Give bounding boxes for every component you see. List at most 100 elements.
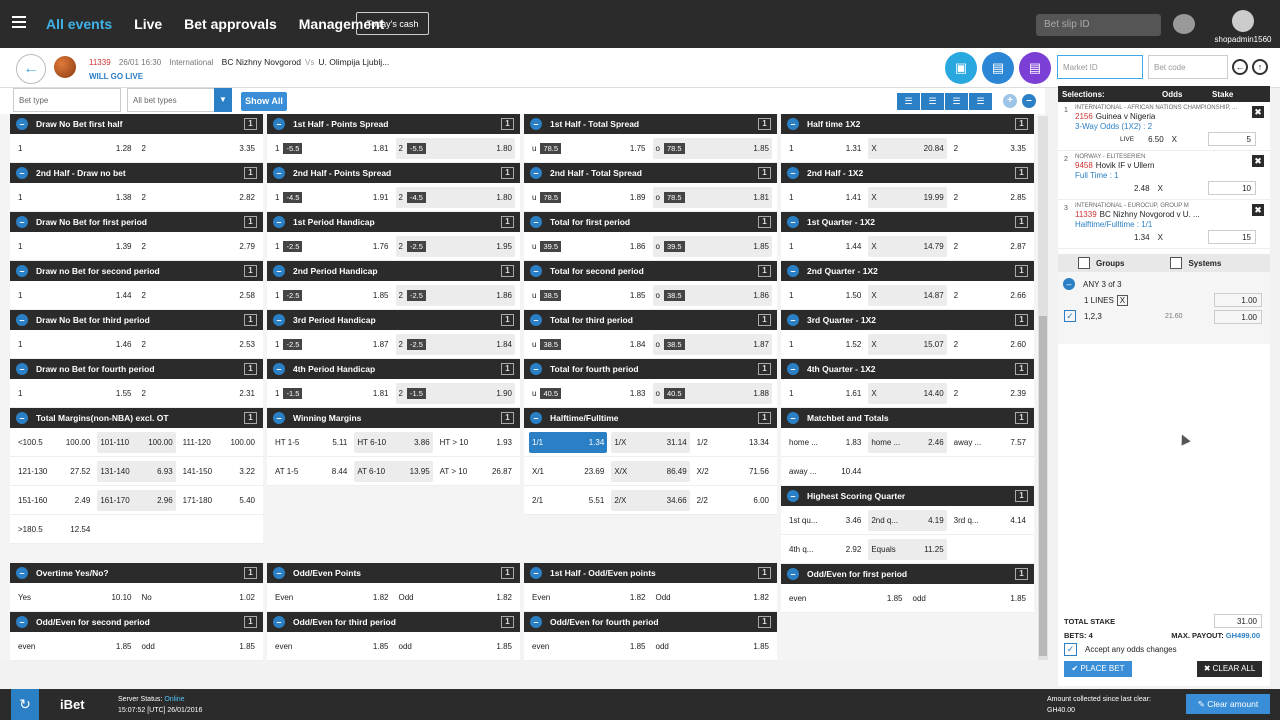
odds-button[interactable]: u 38.5 1.85: [529, 285, 649, 306]
odds-button[interactable]: <100.5 100.00: [15, 432, 93, 453]
market-header[interactable]: – Highest Scoring Quarter 1: [781, 486, 1034, 506]
expand-all-icon[interactable]: +: [1003, 94, 1017, 108]
market-header[interactable]: – Draw no Bet for fourth period 1: [10, 359, 263, 379]
collapse-icon[interactable]: –: [273, 314, 285, 326]
stake-input[interactable]: 15: [1208, 230, 1256, 244]
odds-button[interactable]: X 19.99: [868, 186, 947, 208]
odds-button[interactable]: u 38.5 1.84: [529, 334, 649, 355]
odds-button[interactable]: 121-130 27.52: [15, 461, 93, 482]
odds-button[interactable]: home ... 1.83: [786, 432, 864, 453]
market-header[interactable]: –1st Half - Points Spread 1: [267, 114, 520, 134]
odds-button[interactable]: AT 1-5 8.44: [272, 461, 350, 482]
stake-input[interactable]: 10: [1208, 181, 1256, 195]
odds-button[interactable]: AT 6-10 13.95: [354, 460, 433, 482]
odds-button[interactable]: 1 1.46: [15, 334, 135, 355]
collapse-icon[interactable]: –: [16, 265, 28, 277]
collapse-icon[interactable]: –: [16, 412, 28, 424]
collapse-icon[interactable]: –: [787, 412, 799, 424]
odds-button[interactable]: o 40.5 1.88: [652, 382, 772, 404]
market-id-input[interactable]: Market ID: [1057, 55, 1143, 79]
collapse-icon[interactable]: –: [273, 616, 285, 628]
odds-button[interactable]: 1 1.31: [786, 138, 864, 159]
remove-selection-button[interactable]: ✖: [1252, 155, 1264, 167]
collapse-icon[interactable]: –: [16, 567, 28, 579]
market-header[interactable]: –4th Period Handicap 1: [267, 359, 520, 379]
odds-button[interactable]: 2 -4.5 1.80: [395, 186, 515, 208]
odds-button[interactable]: 1 1.50: [786, 285, 864, 306]
odds-button[interactable]: 2 2.79: [139, 236, 259, 257]
market-header[interactable]: –2nd Half - Draw no bet 1: [10, 163, 263, 183]
market-header[interactable]: – Total for first period 1: [524, 212, 777, 232]
odds-button[interactable]: 1 -2.5 1.85: [272, 285, 392, 306]
odds-button[interactable]: o 78.5 1.81: [652, 186, 772, 208]
collapse-icon[interactable]: –: [787, 490, 799, 502]
odds-button[interactable]: 1st qu... 3.46: [786, 510, 864, 531]
collapse-icon[interactable]: –: [530, 314, 542, 326]
odds-button[interactable]: X 14.40: [868, 382, 947, 404]
bet-type-input[interactable]: Bet type: [13, 88, 121, 112]
user-menu[interactable]: shopadmin1560: [1208, 10, 1278, 44]
collapse-icon[interactable]: –: [273, 567, 285, 579]
todays-cash-button[interactable]: Today's cash: [356, 12, 429, 35]
odds-button[interactable]: even 1.85: [529, 636, 649, 657]
accept-odds-checkbox[interactable]: ✓: [1064, 643, 1077, 656]
stats-view-icon[interactable]: ▤: [1019, 52, 1051, 84]
lines-remove-button[interactable]: X: [1116, 295, 1129, 306]
odds-button[interactable]: 2 2.87: [951, 236, 1029, 257]
odds-button[interactable]: 2 -1.5 1.90: [395, 382, 515, 404]
market-header[interactable]: –1st Period Handicap 1: [267, 212, 520, 232]
back-button[interactable]: ←: [16, 54, 46, 84]
odds-button[interactable]: Odd 1.82: [396, 587, 516, 608]
odds-button[interactable]: 2 -2.5 1.84: [395, 333, 515, 355]
odds-button[interactable]: 2 2.60: [951, 334, 1029, 355]
chat-icon[interactable]: [1173, 14, 1195, 34]
chevron-down-icon[interactable]: ▼: [214, 88, 232, 112]
odds-button[interactable]: even 1.85: [15, 636, 135, 657]
menu-icon[interactable]: [12, 16, 26, 28]
odds-button[interactable]: odd 1.85: [396, 636, 516, 657]
odds-button[interactable]: X 20.84: [868, 137, 947, 159]
market-header[interactable]: – Total for third period 1: [524, 310, 777, 330]
nav-live[interactable]: Live: [134, 16, 162, 32]
collapse-icon[interactable]: –: [530, 412, 542, 424]
market-header[interactable]: – Overtime Yes/No? 1: [10, 563, 263, 583]
odds-button[interactable]: 2/1 5.51: [529, 490, 607, 511]
up-arrow-icon[interactable]: ↑: [1252, 59, 1268, 75]
show-all-button[interactable]: Show All: [241, 92, 287, 111]
collapse-icon[interactable]: –: [530, 616, 542, 628]
odds-button[interactable]: 2 2.53: [139, 334, 259, 355]
markets-scrollbar[interactable]: [1038, 116, 1048, 660]
odds-button[interactable]: >180.5 12.54: [15, 519, 93, 540]
market-header[interactable]: – Odd/Even Points 1: [267, 563, 520, 583]
layout-4-icon[interactable]: ☰: [969, 93, 992, 110]
chart-view-icon[interactable]: ▤: [982, 52, 1014, 84]
odds-button[interactable]: 171-180 5.40: [180, 490, 258, 511]
refresh-icon[interactable]: ↻: [11, 689, 39, 720]
remove-selection-button[interactable]: ✖: [1252, 106, 1264, 118]
collapse-icon[interactable]: –: [787, 314, 799, 326]
odds-button[interactable]: Even 1.82: [529, 587, 649, 608]
odds-button[interactable]: 2 2.82: [139, 187, 259, 208]
nav-bet-approvals[interactable]: Bet approvals: [184, 16, 277, 32]
odds-button[interactable]: HT > 10 1.93: [437, 432, 515, 453]
bet-slip-id-input[interactable]: Bet slip ID: [1036, 14, 1161, 36]
odds-button[interactable]: 1/2 13.34: [694, 432, 772, 453]
odds-button[interactable]: 1 -4.5 1.91: [272, 187, 392, 208]
odds-button[interactable]: X/2 71.56: [694, 461, 772, 482]
collapse-icon[interactable]: –: [530, 567, 542, 579]
collapse-icon[interactable]: –: [16, 616, 28, 628]
odds-button[interactable]: 2 2.39: [951, 383, 1029, 404]
collapse-all-icon[interactable]: –: [1022, 94, 1036, 108]
bet-code-input[interactable]: Bet code: [1148, 55, 1228, 79]
market-header[interactable]: –2nd Period Handicap 1: [267, 261, 520, 281]
odds-button[interactable]: 1 -1.5 1.81: [272, 383, 392, 404]
odds-button[interactable]: 2 -2.5 1.95: [395, 235, 515, 257]
market-header[interactable]: – Draw No Bet for third period 1: [10, 310, 263, 330]
combo-stake-input[interactable]: 1.00: [1214, 310, 1262, 324]
odds-button[interactable]: 2/2 6.00: [694, 490, 772, 511]
stake-input[interactable]: 5: [1208, 132, 1256, 146]
odds-button[interactable]: HT 1-5 5.11: [272, 432, 350, 453]
monitor-view-icon[interactable]: ▣: [945, 52, 977, 84]
odds-button[interactable]: 2 -2.5 1.86: [395, 284, 515, 306]
remove-selection-button[interactable]: ✖: [1252, 204, 1264, 216]
